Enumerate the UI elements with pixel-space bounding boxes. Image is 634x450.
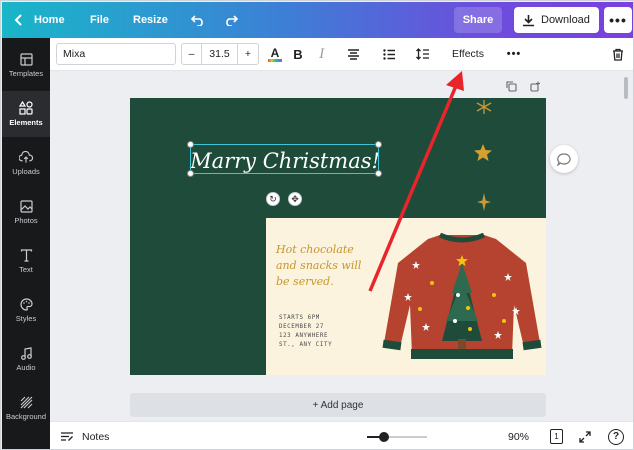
help-icon: ?: [608, 428, 624, 445]
spacing-icon: [416, 48, 429, 60]
trash-icon: [613, 48, 623, 61]
page-count-button[interactable]: 1: [550, 422, 563, 449]
app-window: Home File Resize Share Download ••• Temp…: [0, 0, 634, 450]
canvas-workspace: Marry Christmas! ↻ ✥ Hot chocolate and s…: [50, 71, 633, 421]
audio-icon: [19, 346, 33, 360]
notes-label: Notes: [82, 430, 110, 443]
details-line: 123 ANYWHERE: [279, 333, 329, 339]
sidebar-item-audio[interactable]: Audio: [2, 336, 50, 382]
sidebar-item-background[interactable]: Background: [2, 385, 50, 431]
notes-button[interactable]: Notes: [60, 422, 110, 449]
resize-handle-bottom-left[interactable]: [187, 170, 194, 177]
scrollbar-thumb[interactable]: [624, 77, 628, 99]
sidebar-item-elements[interactable]: Elements: [2, 91, 50, 137]
sidebar-item-label: Photos: [14, 216, 38, 225]
sidebar-item-photos[interactable]: Photos: [2, 189, 50, 235]
top-bar: Home File Resize Share Download •••: [2, 2, 633, 38]
align-center-icon: [347, 48, 359, 60]
sidebar: Templates Elements Uploads Photos Text S…: [2, 38, 50, 449]
list-button[interactable]: [380, 43, 398, 65]
more-options-button[interactable]: •••: [604, 7, 632, 33]
file-menu[interactable]: File: [90, 2, 109, 38]
details-line: ST., ANY CITY: [279, 342, 333, 348]
italic-button[interactable]: I: [314, 43, 330, 65]
details-line: DECEMBER 27: [279, 324, 324, 330]
color-swatch-bar: [268, 58, 282, 62]
text-toolbar: Mixa – 31.5 + A B I Effects •••: [50, 38, 633, 71]
zoom-slider[interactable]: [367, 432, 427, 442]
sidebar-item-uploads[interactable]: Uploads: [2, 140, 50, 186]
fullscreen-button[interactable]: [579, 422, 591, 449]
comment-button[interactable]: [550, 145, 578, 173]
sidebar-item-text[interactable]: Text: [2, 238, 50, 284]
add-page-icon[interactable]: [528, 79, 542, 93]
selection-box: [190, 144, 379, 174]
text-color-button[interactable]: A: [266, 43, 284, 65]
font-family-select[interactable]: Mixa: [56, 43, 176, 65]
templates-icon: [19, 52, 33, 66]
effects-button[interactable]: Effects: [443, 43, 493, 65]
hot-chocolate-text[interactable]: Hot chocolate and snacks will be served.: [276, 242, 376, 290]
expand-icon: [579, 430, 591, 443]
font-size-stepper: – 31.5 +: [181, 43, 259, 65]
delete-button[interactable]: [609, 43, 627, 65]
add-page-button[interactable]: + Add page: [130, 393, 546, 417]
chevron-left-icon: [14, 14, 22, 26]
sidebar-item-templates[interactable]: Templates: [2, 42, 50, 88]
zoom-slider-thumb[interactable]: [379, 432, 389, 442]
vertical-scrollbar[interactable]: [621, 71, 631, 421]
zoom-level[interactable]: 90%: [508, 422, 529, 449]
details-line: STARTS 6PM: [279, 315, 320, 321]
font-size-increase-button[interactable]: +: [238, 44, 258, 64]
share-button[interactable]: Share: [454, 7, 502, 33]
sidebar-item-styles[interactable]: Styles: [2, 287, 50, 333]
download-button[interactable]: Download: [514, 7, 599, 33]
bottom-bar: Notes 90% 1 ?: [50, 421, 633, 449]
download-label: Download: [541, 14, 590, 26]
redo-button[interactable]: [224, 2, 238, 38]
comment-icon: [557, 152, 571, 166]
sidebar-item-label: Templates: [8, 69, 44, 78]
page-count: 1: [550, 429, 563, 444]
text-icon: [19, 248, 33, 262]
sidebar-item-label: Uploads: [12, 167, 40, 176]
back-home-button[interactable]: Home: [14, 2, 65, 38]
move-icon[interactable]: ✥: [288, 192, 302, 206]
elements-icon: [19, 101, 33, 115]
sidebar-item-label: Styles: [15, 314, 37, 323]
uploads-icon: [19, 150, 33, 164]
home-label: Home: [34, 14, 65, 26]
resize-menu[interactable]: Resize: [133, 2, 168, 38]
rotate-icon[interactable]: ↻: [266, 192, 280, 206]
styles-icon: [19, 297, 33, 311]
sidebar-item-label: Elements: [9, 118, 43, 127]
help-button[interactable]: ?: [608, 422, 624, 449]
resize-handle-top-left[interactable]: [187, 141, 194, 148]
photos-icon: [19, 199, 33, 213]
font-size-decrease-button[interactable]: –: [182, 44, 202, 64]
notes-icon: [61, 432, 73, 441]
bold-button[interactable]: B: [290, 43, 306, 65]
list-icon: [382, 48, 395, 60]
sidebar-item-label: Audio: [16, 363, 36, 372]
undo-button[interactable]: [191, 2, 205, 38]
text-color-icon: A: [270, 45, 280, 60]
duplicate-page-icon[interactable]: [504, 79, 518, 93]
align-button[interactable]: [344, 43, 362, 65]
undo-icon: [191, 15, 203, 26]
christmas-card-design[interactable]: Marry Christmas! ↻ ✥ Hot chocolate and s…: [130, 98, 546, 375]
font-size-input[interactable]: 31.5: [202, 44, 238, 64]
sidebar-item-label: Text: [19, 265, 33, 274]
event-details[interactable]: STARTS 6PM DECEMBER 27 123 ANYWHERE ST.,…: [279, 314, 359, 350]
annotation-arrow: [368, 71, 464, 292]
download-icon: [523, 14, 534, 26]
sidebar-item-label: Background: [5, 412, 47, 421]
background-icon: [19, 395, 33, 409]
spacing-button[interactable]: [414, 43, 432, 65]
more-toolbar-button[interactable]: •••: [503, 43, 525, 65]
redo-icon: [226, 15, 238, 26]
